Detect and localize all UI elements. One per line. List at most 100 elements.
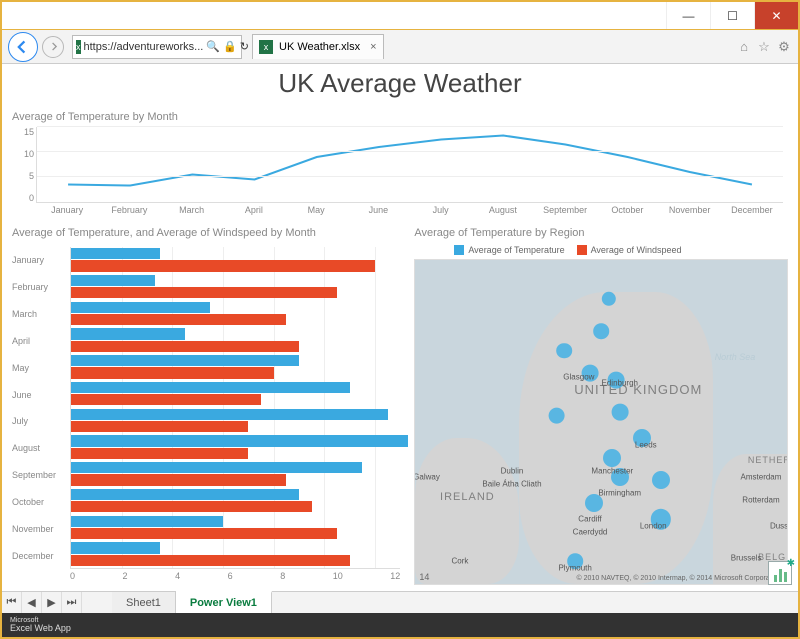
label-north-sea: North Sea [715,352,756,362]
tab-close-icon[interactable]: × [370,41,376,53]
map-dot[interactable] [593,323,609,339]
bar-y-axis: JanuaryFebruaryMarchAprilMayJuneJulyAugu… [12,247,68,569]
bar-wind[interactable] [71,367,274,378]
bar-temp[interactable] [71,542,160,553]
city-label: Dusself [770,521,788,530]
maximize-button[interactable]: ☐ [710,2,754,29]
line-plot-area [36,127,783,203]
city-label: Glasgow [563,372,594,381]
sheet-tab-powerview1[interactable]: Power View1 [176,591,272,613]
bar-wind[interactable] [71,394,261,405]
bar-temp[interactable] [71,302,210,313]
sheet-nav-next[interactable]: ▶ [42,592,62,613]
city-label: Leeds [635,440,657,449]
bar-wind[interactable] [71,448,248,459]
bar-temp[interactable] [71,489,299,500]
bar-temp[interactable] [71,435,408,446]
bar-temp[interactable] [71,275,155,286]
forward-button[interactable] [42,36,64,58]
bar-wind[interactable] [71,314,286,325]
sheet-nav-first[interactable]: ⏮ [2,592,22,613]
bar-chart-title: Average of Temperature, and Average of W… [12,227,404,239]
map-chart-title: Average of Temperature by Region [414,227,788,239]
bar-temp[interactable] [71,409,388,420]
map-legend: Average of Temperature Average of Windsp… [454,245,788,255]
line-chart-title: Average of Temperature by Month [12,111,178,123]
app-footer: Microsoft Excel Web App [2,613,798,637]
map-dot[interactable] [548,407,565,424]
excel-icon: x [76,40,81,54]
bar-wind[interactable] [71,421,248,432]
lock-icon: 🔒 [223,40,237,53]
map-dot[interactable] [652,471,670,489]
settings-icon[interactable]: ⚙ [776,39,792,55]
favorites-icon[interactable]: ☆ [756,39,772,55]
tab-title: UK Weather.xlsx [279,41,360,53]
line-y-axis: 051015 [12,127,34,203]
city-label: Amsterdam [741,473,782,482]
bar-wind[interactable] [71,555,350,566]
map-dot[interactable] [556,343,572,359]
bar-temp[interactable] [71,382,350,393]
sheet-tab-sheet1[interactable]: Sheet1 [112,592,176,613]
browser-window: — ☐ ✕ x https://adventureworks... 🔍 🔒 ↻ … [0,0,800,639]
temperature-line [37,127,783,202]
bar-temp[interactable] [71,516,223,527]
report-title: UK Average Weather [12,68,788,99]
bar-wind[interactable] [71,260,375,271]
bar-plot-area [70,247,400,569]
minimize-button[interactable]: — [666,2,710,29]
power-view-report: UK Average Weather Average of Temperatur… [2,64,798,591]
bar-wind[interactable] [71,501,312,512]
city-label: Galway [414,473,439,482]
label-netherlands: NETHERLA [748,456,788,466]
footer-brand-app: Excel Web App [10,624,71,633]
sparkle-icon: ✱ [787,558,795,569]
browser-tab[interactable]: x UK Weather.xlsx × [252,34,384,59]
bar-temp[interactable] [71,328,185,339]
city-label: Edinburgh [602,379,638,388]
window-titlebar: — ☐ ✕ [2,2,798,30]
line-x-axis: JanuaryFebruaryMarchAprilMayJuneJulyAugu… [36,205,783,219]
close-button[interactable]: ✕ [754,2,798,29]
home-icon[interactable]: ⌂ [736,39,752,55]
excel-icon: x [259,40,273,54]
city-label: Cardiff [578,515,601,524]
bar-wind[interactable] [71,287,337,298]
city-label: Caerdydd [573,528,608,537]
sheet-nav-prev[interactable]: ◀ [22,592,42,613]
legend-temp: Average of Temperature [468,245,564,255]
city-label: Dublin [501,466,524,475]
search-icon[interactable]: 🔍 [206,40,220,53]
bar-x-axis: 024681012 [70,571,400,585]
map-count: 14 [419,572,429,582]
chart-options-button[interactable]: ✱ [768,561,792,585]
map-canvas[interactable]: bing UNITED KINGDOM IRELAND NETHERLA BEL… [414,259,788,585]
sheet-nav-last[interactable]: ⏭ [62,592,82,613]
bar-wind[interactable] [71,528,337,539]
bar-temp[interactable] [71,355,299,366]
bar-wind[interactable] [71,341,299,352]
url-text: https://adventureworks... [84,41,204,53]
bar-wind[interactable] [71,474,286,485]
map-dot[interactable] [603,449,621,467]
map-dot[interactable] [611,404,628,421]
bar-temp[interactable] [71,248,160,259]
map-attribution: © 2010 NAVTEQ, © 2010 Intermap, © 2014 M… [577,575,781,582]
bar-chart[interactable]: Average of Temperature, and Average of W… [12,227,404,585]
city-label: London [640,521,667,530]
label-ireland: IRELAND [440,490,495,502]
back-button[interactable] [8,32,38,62]
bar-temp[interactable] [71,462,362,473]
map-chart[interactable]: Average of Temperature by Region Average… [414,227,788,585]
line-chart[interactable]: Average of Temperature by Month 051015 J… [12,99,788,219]
refresh-icon[interactable]: ↻ [240,40,249,53]
sheet-tab-bar: ⏮ ◀ ▶ ⏭ Sheet1 Power View1 [2,591,798,613]
city-label: Baile Átha Cliath [482,479,541,488]
city-label: Birmingham [598,489,641,498]
address-bar[interactable]: x https://adventureworks... 🔍 🔒 ↻ [72,35,242,59]
legend-wind: Average of Windspeed [591,245,682,255]
page-content: UK Average Weather Average of Temperatur… [2,64,798,637]
city-label: Rotterdam [742,495,779,504]
city-label: Brussels [731,554,762,563]
